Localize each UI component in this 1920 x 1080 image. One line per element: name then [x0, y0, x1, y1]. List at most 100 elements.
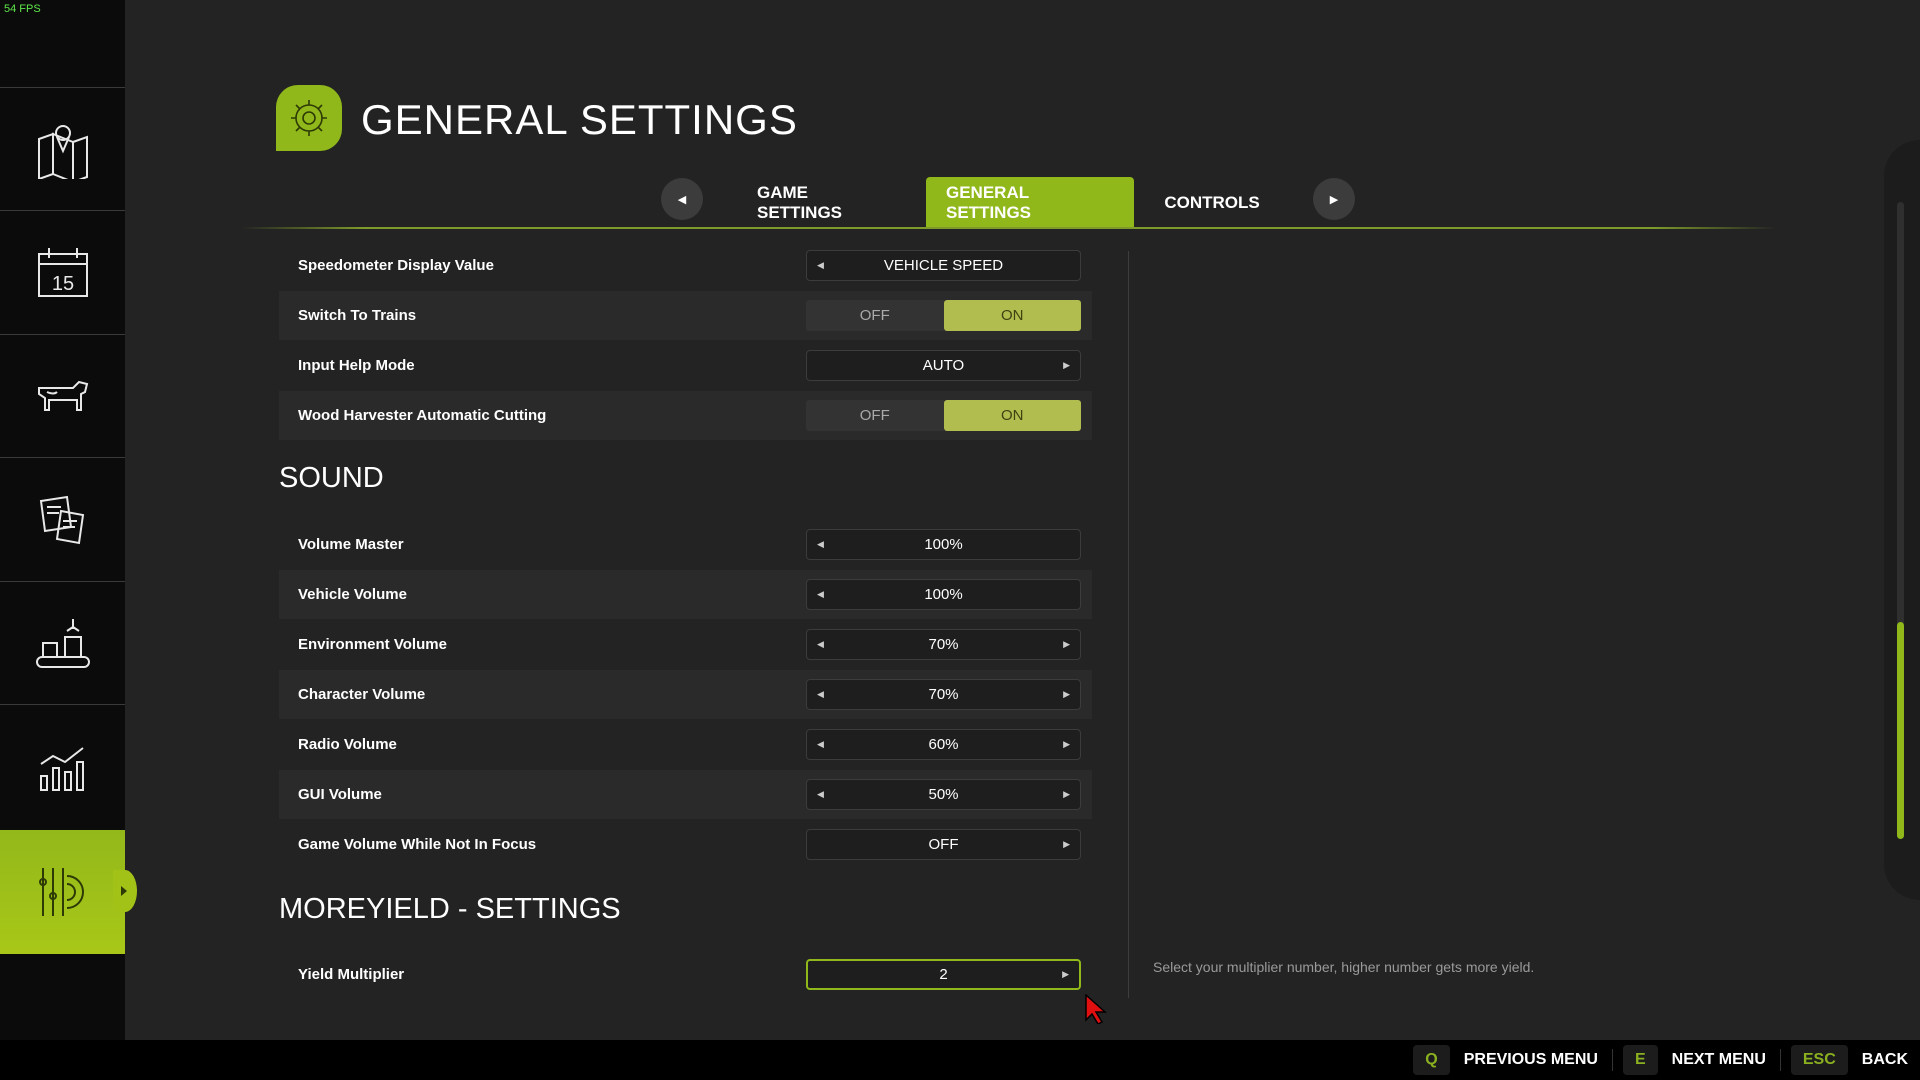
setting-row-gui-volume: GUI Volume ◀ 50% ▶	[279, 770, 1092, 819]
setting-row-wood-harvester-automatic-cutting: Wood Harvester Automatic Cutting OFF ON	[279, 391, 1092, 440]
arrow-right-icon: ▶	[1329, 193, 1339, 206]
selector-value: 100%	[924, 536, 963, 553]
selector-game-volume-while-not-in-focus[interactable]: OFF ▶	[806, 829, 1081, 860]
sidebar-item-settings[interactable]	[0, 830, 137, 954]
back-button[interactable]: BACK	[1862, 1051, 1908, 1069]
arrow-right-icon[interactable]: ▶	[1063, 739, 1070, 750]
section-title-sound: SOUND	[279, 462, 384, 494]
mouse-cursor-icon	[1085, 994, 1107, 1024]
setting-label: Game Volume While Not In Focus	[298, 836, 537, 853]
key-esc: ESC	[1790, 1045, 1848, 1075]
active-indicator	[113, 870, 137, 912]
setting-label: Speedometer Display Value	[298, 257, 494, 274]
setting-row-environment-volume: Environment Volume ◀ 70% ▶	[279, 620, 1092, 669]
setting-row-speedometer-display-value: Speedometer Display Value ◀ VEHICLE SPEED	[279, 241, 1092, 290]
toggle-on-option[interactable]: ON	[943, 400, 1081, 431]
selector-volume-master[interactable]: ◀ 100%	[806, 529, 1081, 560]
setting-row-radio-volume: Radio Volume ◀ 60% ▶	[279, 720, 1092, 769]
selector-value: 70%	[928, 636, 959, 653]
sidebar-item-production[interactable]	[0, 581, 125, 704]
calendar-icon: 15	[37, 248, 88, 297]
arrow-left-icon[interactable]: ◀	[817, 539, 824, 550]
setting-label: Environment Volume	[298, 636, 447, 653]
selector-value: 50%	[928, 786, 959, 803]
setting-description: Select your multiplier number, higher nu…	[1153, 959, 1535, 975]
arrow-left-icon[interactable]: ◀	[817, 739, 824, 750]
setting-row-vehicle-volume: Vehicle Volume ◀ 100%	[279, 570, 1092, 619]
selector-value: AUTO	[922, 357, 965, 374]
arrow-right-icon[interactable]: ▶	[1063, 789, 1070, 800]
sidebar: 15	[0, 0, 137, 1040]
setting-row-input-help-mode: Input Help Mode AUTO ▶	[279, 341, 1092, 390]
arrow-left-icon[interactable]: ◀	[817, 789, 824, 800]
settings-icon	[38, 868, 84, 916]
setting-row-yield-multiplier: Yield Multiplier 2 ▶	[279, 950, 1092, 999]
production-icon	[35, 619, 90, 668]
selector-value: 100%	[924, 586, 963, 603]
statistics-icon	[39, 747, 84, 791]
toggle-wood-harvester-automatic-cutting[interactable]: OFF ON	[806, 400, 1081, 431]
selector-value: VEHICLE SPEED	[883, 257, 1004, 274]
selector-vehicle-volume[interactable]: ◀ 100%	[806, 579, 1081, 610]
selector-speedometer-display-value[interactable]: ◀ VEHICLE SPEED	[806, 250, 1081, 281]
arrow-left-icon[interactable]: ◀	[817, 260, 824, 271]
tab-prev-button[interactable]: ◀	[661, 178, 703, 220]
setting-label: Switch To Trains	[298, 307, 417, 324]
setting-row-switch-to-trains: Switch To Trains OFF ON	[279, 291, 1092, 340]
toggle-on-option[interactable]: ON	[943, 300, 1081, 331]
sidebar-item-calendar[interactable]: 15	[0, 210, 125, 333]
arrow-left-icon[interactable]: ◀	[817, 689, 824, 700]
selector-value: 70%	[928, 686, 959, 703]
key-e: E	[1622, 1045, 1658, 1075]
selector-radio-volume[interactable]: ◀ 60% ▶	[806, 729, 1081, 760]
setting-label: Input Help Mode	[298, 357, 415, 374]
sidebar-item-animals[interactable]	[0, 334, 125, 457]
previous-menu-button[interactable]: PREVIOUS MENU	[1464, 1051, 1598, 1069]
selector-value: 60%	[928, 736, 959, 753]
header-icon-badge	[276, 85, 342, 151]
tab-underline	[241, 227, 1776, 229]
tab-controls[interactable]: CONTROLS	[1145, 177, 1279, 228]
toggle-switch-to-trains[interactable]: OFF ON	[806, 300, 1081, 331]
selector-gui-volume[interactable]: ◀ 50% ▶	[806, 779, 1081, 810]
map-icon	[37, 125, 88, 179]
scrollbar-thumb[interactable]	[1897, 622, 1904, 839]
toggle-off-option[interactable]: OFF	[806, 300, 944, 331]
selector-character-volume[interactable]: ◀ 70% ▶	[806, 679, 1081, 710]
section-title-moreyield: MOREYIELD - SETTINGS	[279, 893, 621, 925]
tab-general-settings[interactable]: GENERAL SETTINGS	[926, 177, 1134, 228]
fps-counter: 54 FPS	[4, 3, 41, 15]
gear-icon	[291, 100, 327, 136]
toggle-off-option[interactable]: OFF	[806, 400, 944, 431]
arrow-right-icon[interactable]: ▶	[1063, 839, 1070, 850]
footer-separator	[1611, 1049, 1613, 1071]
sidebar-item-map[interactable]	[0, 87, 125, 210]
selector-input-help-mode[interactable]: AUTO ▶	[806, 350, 1081, 381]
selector-yield-multiplier[interactable]: 2 ▶	[806, 959, 1081, 990]
footer-separator	[1779, 1049, 1781, 1071]
setting-row-volume-master: Volume Master ◀ 100%	[279, 520, 1092, 569]
setting-label: Character Volume	[298, 686, 426, 703]
tab-game-settings[interactable]: GAME SETTINGS	[737, 177, 913, 228]
selector-value: 2	[939, 966, 948, 983]
setting-label: Radio Volume	[298, 736, 397, 753]
setting-label: Yield Multiplier	[298, 966, 405, 983]
arrow-right-icon[interactable]: ▶	[1063, 360, 1070, 371]
sidebar-item-statistics[interactable]	[0, 704, 125, 827]
next-menu-button[interactable]: NEXT MENU	[1672, 1051, 1766, 1069]
arrow-right-icon[interactable]: ▶	[1062, 969, 1069, 980]
selector-environment-volume[interactable]: ◀ 70% ▶	[806, 629, 1081, 660]
arrow-left-icon: ◀	[677, 193, 687, 206]
sidebar-item-contracts[interactable]	[0, 457, 125, 580]
arrow-left-icon[interactable]: ◀	[817, 589, 824, 600]
tab-next-button[interactable]: ▶	[1313, 178, 1355, 220]
setting-label: Vehicle Volume	[298, 586, 407, 603]
setting-label: Volume Master	[298, 536, 404, 553]
arrow-right-icon[interactable]: ▶	[1063, 689, 1070, 700]
svg-text:15: 15	[51, 273, 73, 295]
divider	[1128, 251, 1129, 998]
arrow-left-icon[interactable]: ◀	[817, 639, 824, 650]
setting-label: Wood Harvester Automatic Cutting	[298, 407, 547, 424]
arrow-right-icon[interactable]: ▶	[1063, 639, 1070, 650]
contracts-icon	[39, 495, 84, 545]
